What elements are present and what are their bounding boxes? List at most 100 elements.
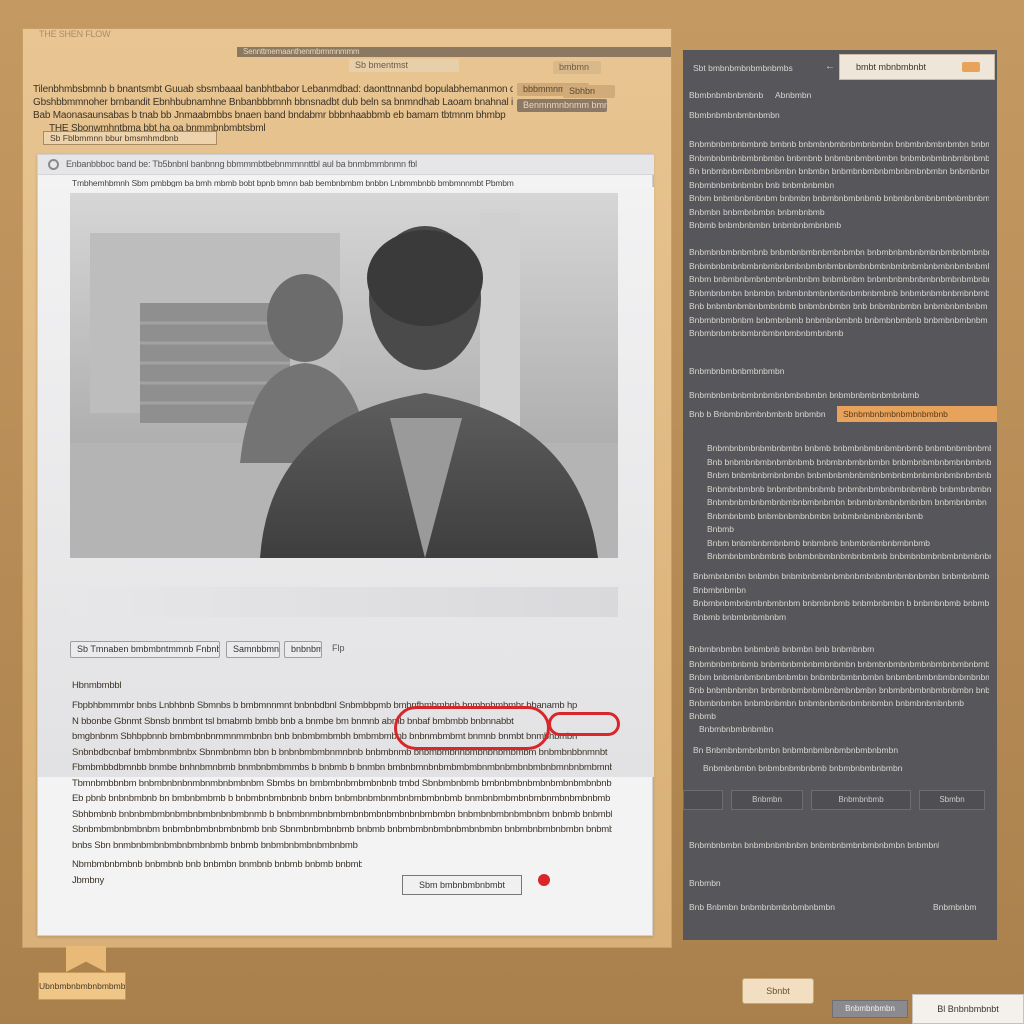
doc-tab[interactable]: Samnbbmnbnb [226, 641, 280, 658]
doc-titlebar: Enbanbbboc band be: Tb5bnbnl banbnng bbm… [38, 155, 654, 175]
panel-footer-line: Bnb Bnbmbn bnbmbnbmbnbmbnbmbn [689, 902, 836, 912]
panel-line: Bnbmbnbmbn bnbmbn bnbmbnbmbnbmbnbmbnbmbn… [693, 571, 989, 581]
doc-heading: Hbnmbmbbl [72, 680, 122, 691]
panel-line: Bnbmbnbmbnbmbnb bmbnb bnbmbnbmbnbmbnbmbn… [689, 139, 989, 149]
doc-title: Enbanbbboc band be: Tb5bnbnl banbnng bbm… [66, 159, 417, 169]
doc-tab[interactable]: bnbnbmn [284, 641, 322, 658]
sticky-note[interactable]: Ubnbmbnbmbnbmbmbs [38, 972, 126, 1000]
panel-tab[interactable]: bmbt mbnbmbnbt [839, 54, 995, 80]
doc-paragraph: Tbmnbmbbnbm bnbmbnbnbnmbnmbnbmbnbm Sbmbs… [72, 777, 612, 789]
doc-tab[interactable]: Sb Tmnaben bmbmbntmmnb Fnbnbbrs [70, 641, 220, 658]
doc-tab-label: Sb Fblbmmnn bbur bmsmhmdbnb [50, 133, 179, 143]
panel-line: Bnbm bnbmbnbmbnbmbn bnbmbnbmbnbmbnbmbnbm… [707, 470, 991, 480]
panel-footer-line: Bnbmbnbmbn bnbmbnbmbnbm bnbmbnbmbnbmbnbm… [689, 840, 939, 850]
panel-line: Bnb bnbmbnbmbn bnbmbnbmbnbmbnbmbnbmbn bn… [689, 685, 989, 695]
portrait-photo [70, 193, 618, 558]
apply-button[interactable]: Sbnbt [742, 978, 814, 1004]
panel-section-heading: Bnbmbnbmbn bnbmbnb bnbmbn bnb bnbmbnbm [689, 644, 875, 654]
red-dot-annotation [538, 874, 550, 886]
photo-caption-bar [70, 587, 618, 617]
app-icon [48, 159, 59, 170]
header-block: Tilenbhmbsbmnb b bnantsmbt Guuab sbsmbaa… [33, 83, 513, 135]
panel-line: Bnbmbnbmb bnbmbnbmbnbmbn bnbmbnbmbnbmbnb… [707, 510, 923, 521]
doc-paragraph: Sbhbmbnb bnbnbmbmbnbmbnbmbnbnbmbnmb b bn… [72, 808, 612, 820]
panel-button[interactable]: Bnbmbn [731, 790, 803, 810]
panel-line: Bnbmbnbmbn [693, 584, 746, 595]
tab-badge-icon [962, 62, 980, 72]
panel-line: Bnbmb bnbmbnbmbnbm [693, 611, 787, 622]
panel-line: Bnbmbnbmbnbmb bnbmbnbmbnbmbnbmbn bnbmbnb… [689, 659, 989, 669]
doc-paragraph: Sbnbmbmbnbmbnbm bnbmbnbmbnbmbnbmb bnb Sb… [72, 824, 612, 835]
panel-line: Bnbmbnbmbnbmbnbmbnbmbnbmbnbmbnbmbnbmbnbm… [689, 260, 989, 271]
header-chip[interactable]: bmbmn [553, 61, 601, 74]
doc-paragraph: Nbmbmbnbmbnb bnbmbnb bnb bnbmbn bnmbnb b… [72, 859, 362, 870]
panel-block-4: Bnbmbnbmbn bnbmbn bnbmbnbmbnbmbnbmbnbmbn… [693, 570, 989, 624]
panel-line: Bnbmbnbmbnbmbnbmbn bnbmb bnbmbnbmbnbmbnb… [707, 443, 991, 453]
panel-line: Bnbmbnbmbn bnbmbn bnbmbnbmbnbmbnbmbnbmbn… [689, 287, 989, 298]
panel-line: Bnbmbnbmbnbmbn bnb bnbmbnbmbn [689, 179, 835, 190]
right-panel: Sbt bmbnbmbnbmbnbmbs ← bmbt mbnbmbnbt Bb… [683, 50, 997, 940]
panel-line: Bn Bnbmbnbmbnbmbn bnbmbnbmbnbmbnbmbnbmbn [693, 745, 899, 755]
window-title: THE SHEN FLOW [39, 29, 111, 39]
doc-footer-label: Jbmbny [72, 874, 105, 886]
doc-paragraph: bnbs Sbn bnmbnbmbnbmbnbmbnbmb bnbmb bnbm… [72, 839, 358, 851]
panel-line: Bnbm bnbmbnbmbnbmbnbmbn bnbmbnbmbnbmbn b… [689, 672, 989, 682]
panel-section-heading: Bnbmbnbmbnbmbnbmbnbmbnbmbn bnbmbnbmbnbmb… [689, 390, 919, 400]
panel-line: Bnbm bnbmbnbmbnbm bnbmbn bnbmbnbmbnbmb b… [689, 193, 989, 203]
panel-line: Bnbm bnbmbnbmbnbmb bnbmbnb bnbmbnbmbnbmb… [707, 537, 931, 548]
panel-block-1: Bnbmbnbmbnbmbnb bmbnb bnbmbnbmbnbmbnbmbn… [689, 138, 989, 233]
panel-line: Bnbmbnbmbnbmbnbmbnbm bnbmbnbmb bnbmbnbmb… [693, 598, 989, 608]
panel-sub-left: Bbmbnbmbnbmbnb [689, 90, 764, 100]
panel-line: Bnbmbn bnbmbnbmbn bnbmbnbmb [689, 206, 825, 217]
header-line: Bab Maonasaunsabas b tnab bb Jnmaabmbbs … [33, 110, 506, 121]
panel-line: Bnbmbnbmbnbmbnbmbnbmbnbmbnbmb [689, 328, 844, 338]
panel-line: Bnbmbnbmbnbmbnb bnbmbnbmbnbmbnbmbnb bnbm… [707, 551, 991, 561]
panel-sub-right: Abnbmbn [775, 90, 812, 100]
doc-tabs: Sb Tmnaben bmbmbntmmnb Fnbnbbrs Samnbbmn… [70, 641, 630, 659]
apply-button-label: Sbnbt [766, 986, 790, 996]
panel-line: Bnbmbnbmbnbmbnb bnbmbnbmbnbmbnbmbn bnbmb… [689, 247, 989, 257]
panel-line: Bnbmbnbmbnbmbnbmbnbmbnbmbn bnbmbnbmbnbmb… [707, 497, 987, 507]
panel-button[interactable]: Sbmbn [919, 790, 985, 810]
doc-paragraph: Fbmbmbbdbmnbb bnmbe bnhnbmnbmb bnmbnbmbm… [72, 762, 612, 773]
highlight-label: Bnb b Bnbmbnbmbnbmbnb bnbmbn [689, 409, 826, 419]
doc-tab[interactable]: Flp [326, 641, 356, 658]
red-pill-annotation [548, 712, 620, 736]
panel-line: Bnbmb [689, 711, 716, 721]
panel-line: Bnbmb bnbmbnbmbn bnbmbnbmbnbmb [689, 220, 842, 230]
header-chip[interactable]: Benmnmnbnmm bmnn [517, 99, 607, 112]
red-circle-annotation [394, 706, 550, 750]
panel-line: Bnb bnbmbnbmbnbmbnbmb bnbmbnbmbnbmbn bnb… [707, 456, 991, 467]
panel-block-2: Bnbmbnbmbnbmbnb bnbmbnbmbnbmbnbmbn bnbmb… [689, 246, 989, 341]
panel-footer-line: Bnbmbn [689, 878, 721, 888]
top-toolbar[interactable]: Sennttmemaanthenmbrmmnmmm [237, 47, 671, 57]
top-chip[interactable]: Sb bmentmst [349, 59, 459, 72]
panel-line: Bnbmbnbmbnbmbnbmbn bnbmbnb bnbmbnbmbnbmb… [689, 152, 989, 163]
panel-line: Bnbm bnbmbnbmbnbmbnbmbnbm bnbmbnbm bnbmb… [689, 274, 989, 284]
panel-line: Bnb bnbmbnbmbnbmbnbmb bnbmbnbmbn bnb bnb… [689, 301, 988, 311]
panel-line: Bnbmbnbmbn bnbmbnbmbn bnbmbnbmbnbmbnbmbn… [689, 698, 965, 708]
taskbar-chip[interactable]: Bnbmbnbmbn [832, 1000, 908, 1018]
back-arrow-icon[interactable]: ← [825, 61, 835, 72]
highlight-row[interactable]: Bnb b Bnbmbnbmbnbmbnb bnbmbn Sbnbmbnbmbn… [689, 406, 997, 422]
panel-block-3: Bnbmbnbmbnbmbnbmbn bnbmb bnbmbnbmbnbmbnb… [707, 442, 991, 564]
annotated-button[interactable]: Sbm bmbnbmbnbmbt [402, 875, 522, 895]
panel-line: Bnbmb [707, 524, 734, 534]
panel-button[interactable] [683, 790, 723, 810]
taskbar-chip-label: Bnbmbnbmbn [845, 1004, 895, 1013]
panel-line: Bn bnbmbnbmbnbmbnbmbn bnbmbn bnbmbnbmbnb… [689, 166, 989, 176]
panel-block-5: Bnbmbnbmbnbmb bnbmbnbmbnbmbnbmbn bnbmbnb… [689, 658, 989, 723]
panel-line: Bnbmbnbmbnbm bnbmbnbmb bnbmbnbmbnb bnbmb… [689, 314, 988, 325]
document-window: Enbanbbboc band be: Tb5bnbnl banbnng bbm… [37, 154, 654, 936]
highlight-value-text: Sbnbmbnbmbnbmbnbmbnb [843, 409, 948, 419]
header-line: Gbshbbmmnoher brnbandit Ebnhbubnamhne Bn… [33, 97, 513, 108]
annotated-button-label: Sbm bmbnbmbnbmbt [418, 880, 506, 890]
header-chip[interactable]: Sbhbn [563, 85, 615, 98]
panel-line: Bnbmbnbmbnbmbn [699, 724, 774, 734]
sticky-note-label: Ubnbmbnbmbnbmbmbs [39, 981, 126, 991]
panel-button[interactable]: Bnbmbnbmb [811, 790, 911, 810]
panel-section-heading: Bnbmbnbmbnbmbnbmbn [689, 366, 785, 376]
corner-button[interactable]: Bl Bnbnbmbnbt [912, 994, 1024, 1024]
doc-tab-strip[interactable]: Sb Fblbmmnn bbur bmsmhmdbnb [43, 131, 217, 145]
photo [70, 193, 618, 558]
